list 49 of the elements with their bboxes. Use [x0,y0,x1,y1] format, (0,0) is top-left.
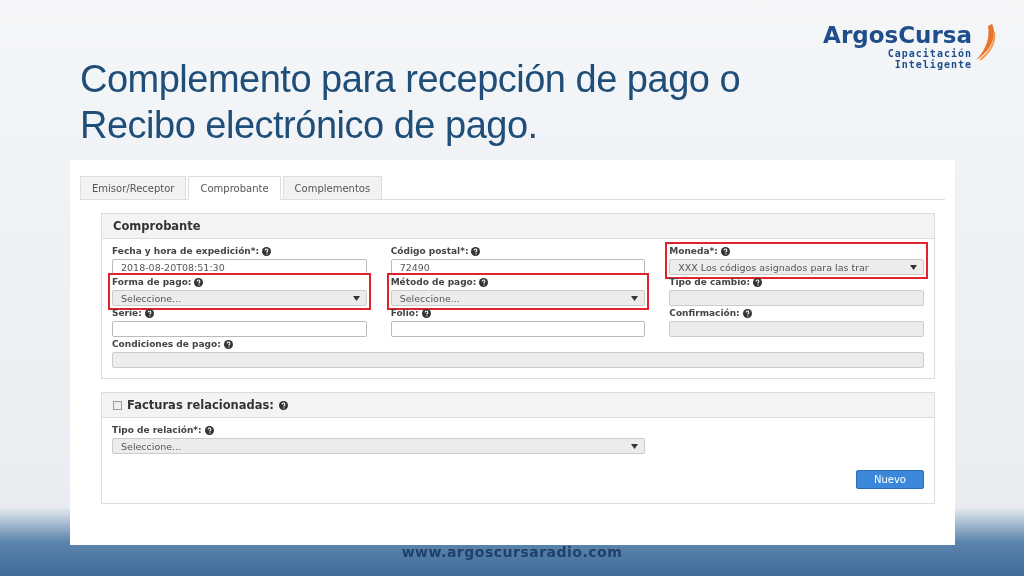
help-icon [421,308,431,318]
checkbox[interactable] [113,400,122,410]
caret-icon [910,264,917,270]
section-title: Facturas relacionadas: [127,398,274,412]
caret-icon [631,295,639,301]
field-label: Código postal*: [390,246,469,256]
caret-icon [352,295,360,301]
select-field[interactable]: XXX Los códigos asignados para las trar [669,259,924,275]
input-field[interactable] [390,321,646,337]
select-field[interactable]: Seleccione... [112,290,367,306]
help-icon [262,246,272,256]
tab[interactable]: Complementos [282,176,383,199]
field-label: Serie: [112,308,142,318]
field-label: Tipo de cambio: [669,277,751,287]
input-field[interactable] [669,290,924,306]
tab[interactable]: Comprobante [188,176,281,200]
help-icon [742,308,752,318]
input-field[interactable] [112,321,367,337]
tab[interactable]: Emisor/Receptor [80,176,187,199]
field-label: Tipo de relación*: [112,425,202,435]
help-icon [720,246,730,256]
help-icon [278,400,288,410]
help-icon [479,277,489,287]
swoosh-icon [974,22,996,62]
section-title: Comprobante [113,219,201,233]
field-label: Folio: [390,308,419,318]
select-field[interactable]: Seleccione... [390,290,646,306]
help-icon [144,308,154,318]
field-label: Condiciones de pago: [112,339,221,349]
input-field[interactable] [669,321,924,337]
website-url: www.argoscursaradio.com [401,544,623,560]
help-icon [223,339,233,349]
help-icon [194,277,204,287]
new-button[interactable]: Nuevo [856,470,924,489]
field-label: Moneda*: [669,246,718,256]
logo-tagline: Inteligente [894,59,972,70]
logo-name: ArgosCursa [823,22,972,48]
help-icon [204,425,214,435]
slide-title: Complemento para recepción de pago o Recibo electrónico de pago. [80,57,742,148]
field-label: Forma de pago: [112,277,192,287]
logo-tagline: Capacitación [887,48,972,59]
field-label: Fecha y hora de expedición*: [112,246,260,256]
help-icon [753,277,763,287]
field-label: Método de pago: [390,277,477,287]
field-label: Confirmación: [669,308,740,318]
help-icon [471,246,481,256]
select-field[interactable]: Seleccione... [112,438,646,454]
input-field[interactable] [112,352,924,368]
caret-icon [631,443,639,449]
